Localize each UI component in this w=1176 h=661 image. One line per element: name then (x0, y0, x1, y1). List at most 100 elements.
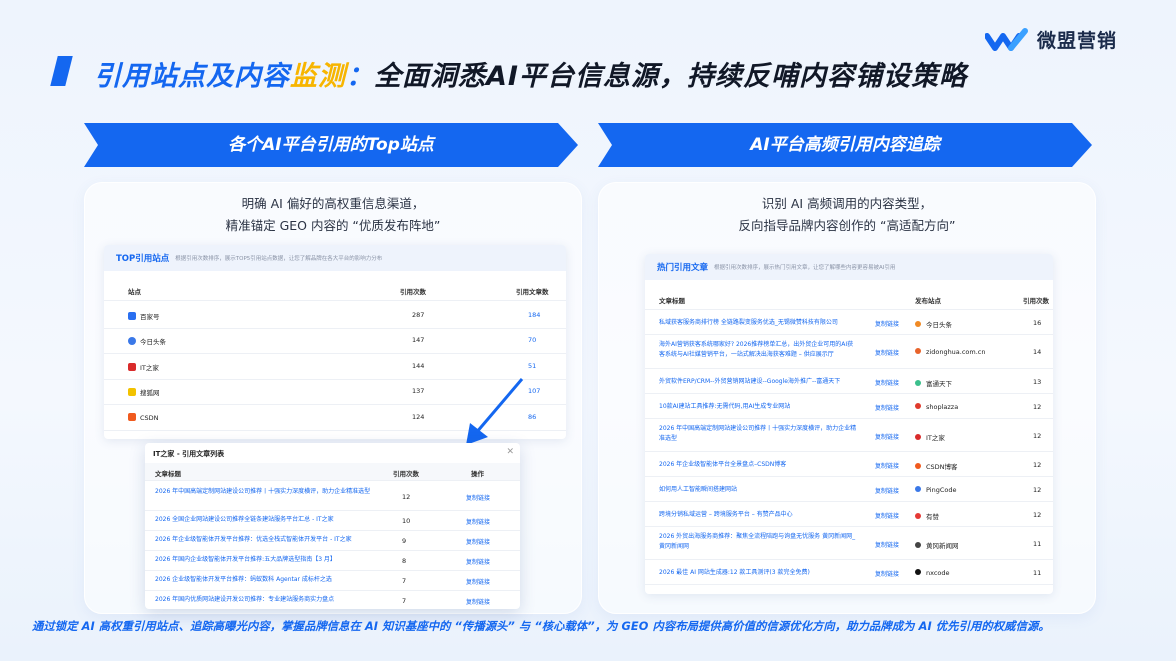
popup-col-count: 引用次数 (393, 470, 419, 478)
hot-articles-card-subtitle: 根据引用次数排序，展示热门引用文章，让您了解哪些内容更容易被AI引用 (714, 265, 896, 271)
table-row: 2026 年企业级智能体开发平台推荐：优选全栈式智能体开发平台 - IT之家 9 复… (145, 531, 520, 551)
copy-link-button[interactable]: 复制链接 (875, 378, 899, 387)
publish-site: zidonghua.com.cn (915, 348, 986, 356)
copy-link-button[interactable]: 复制链接 (466, 493, 490, 502)
copy-link-button[interactable]: 复制链接 (875, 348, 899, 357)
brand-logo-icon (985, 27, 1028, 51)
col-articles: 引用文章数 (516, 288, 549, 296)
site-name: 黄冈新闻网 (926, 541, 959, 550)
article-title-link[interactable]: 2026 全国企业网站建设公司推荐全链条建站服务平台汇总 - IT之家 (155, 515, 375, 524)
publish-site: 有赞 (915, 511, 939, 521)
article-title-link[interactable]: 2026 最佳 AI 网站生成器:12 款工具测评(3 款完全免费) (659, 568, 859, 578)
article-count-link[interactable]: 184 (528, 311, 540, 319)
sohu-icon (128, 388, 136, 397)
close-icon[interactable]: ✕ (506, 447, 514, 457)
cite-count: 13 (1033, 377, 1042, 386)
cite-count: 11 (1033, 539, 1042, 548)
article-count-link[interactable]: 86 (528, 413, 536, 421)
site-name: IT之家 (140, 363, 159, 372)
site-name: CSDN博客 (926, 462, 958, 471)
copy-link-button[interactable]: 复制链接 (875, 403, 899, 412)
title-part-2: 监测 (290, 61, 346, 92)
it-icon (128, 362, 136, 371)
right-banner: AI平台高频引用内容追踪 (598, 123, 1092, 167)
article-title-link[interactable]: 2026 年中国高端定制网站建设公司推荐丨十强实力深度横评，助力企业精准选型 (155, 487, 375, 496)
table-row: 如何用人工智能瞬间搭建网站 复制链接 PingCode 12 (645, 477, 1053, 502)
publish-site: CSDN博客 (915, 461, 958, 471)
table-row[interactable]: 今日头条 147 70 (104, 329, 566, 354)
site-name: 今日头条 (140, 338, 166, 347)
article-title-link[interactable]: 2026 外贸出海服务商推荐：聚焦全流程陪跑与询盘无忧服务 黄冈新闻网_黄冈新闻… (659, 532, 859, 552)
cite-count: 137 (412, 387, 425, 396)
table-row[interactable]: 百家号 287 184 (104, 303, 566, 329)
copy-link-button[interactable]: 复制链接 (875, 319, 899, 328)
article-count-link[interactable]: 107 (528, 387, 540, 395)
site-cell: 搜狐网 (128, 387, 160, 397)
article-title-link[interactable]: 如何用人工智能瞬间搭建网站 (659, 485, 859, 495)
col-article-title: 文章标题 (659, 297, 685, 305)
publish-site: 富通天下 (915, 378, 952, 388)
article-title-link[interactable]: 2026 年中国高端定制网站建设公司推荐丨十强实力深度横评，助力企业精准选型 (659, 424, 859, 444)
site-icon (915, 348, 921, 354)
top-sites-card-title: TOP引用站点 (116, 254, 170, 264)
article-title-link[interactable]: 2026 年国内优质网站建设开发公司推荐：专业建站服务商实力盘点 (155, 595, 375, 604)
article-count-link[interactable]: 70 (528, 336, 536, 344)
publish-site: 今日头条 (915, 319, 952, 329)
copy-link-button[interactable]: 复制链接 (466, 597, 490, 606)
copy-link-button[interactable]: 复制链接 (875, 569, 899, 578)
site-name: IT之家 (926, 433, 945, 442)
article-title-link[interactable]: 10款AI建站工具推荐:无需代码,用AI生成专业网站 (659, 402, 859, 412)
article-title-link[interactable]: 2026 企业级智能体开发平台推荐：蚂蚁数科 Agentar 成标杆之选 (155, 575, 375, 584)
copy-link-button[interactable]: 复制链接 (466, 577, 490, 586)
right-desc-line-1: 识别 AI 高频调用的内容类型， (761, 196, 933, 211)
table-row: 2026 年中国高端定制网站建设公司推荐丨十强实力深度横评，助力企业精准选型 12… (145, 483, 520, 511)
article-title-link[interactable]: 外贸软件ERP/CRM--外贸营销网站建设--Google海外推广--富通天下 (659, 377, 859, 387)
hot-articles-card-header: 热门引用文章 根据引用次数排序，展示热门引用文章，让您了解哪些内容更容易被AI引… (645, 254, 1053, 280)
left-desc-line-1: 明确 AI 偏好的高权重信息渠道， (241, 196, 425, 211)
article-title-link[interactable]: 2026 年国内企业级智能体开发平台推荐:五大品牌选型指南【3 月】 (155, 555, 375, 564)
hot-articles-header-row: 文章标题 发布站点 引用次数 (645, 288, 1053, 310)
article-title-link[interactable]: 2026 年企业级智能体平台全景盘点–CSDN博客 (659, 460, 859, 470)
article-count-link[interactable]: 51 (528, 362, 536, 370)
cite-count: 12 (1033, 460, 1042, 469)
article-title-link[interactable]: 海外AI营销获客系统哪家好? 2026推荐榜单汇总，出外贸企业可用的AI获客系统… (659, 340, 859, 360)
cite-count: 7 (402, 577, 407, 585)
copy-link-button[interactable]: 复制链接 (875, 432, 899, 441)
copy-link-button[interactable]: 复制链接 (875, 540, 899, 549)
top-sites-card-subtitle: 根据引用次数排序，展示TOP5引用站点数据，让您了解品牌在各大平台的影响力分布 (175, 256, 383, 262)
site-icon (915, 541, 921, 548)
site-icon (915, 379, 921, 386)
cite-count: 144 (412, 361, 425, 370)
article-title-link[interactable]: 2026 年企业级智能体开发平台推荐：优选全栈式智能体开发平台 - IT之家 (155, 535, 375, 544)
site-icon (915, 485, 921, 492)
cite-count: 14 (1033, 348, 1042, 356)
copy-link-button[interactable]: 复制链接 (875, 511, 899, 520)
site-name: PingCode (926, 485, 957, 494)
copy-link-button[interactable]: 复制链接 (466, 537, 490, 546)
pointer-arrow-icon (466, 378, 524, 445)
table-row: 2026 全国企业网站建设公司推荐全链条建站服务平台汇总 - IT之家 10 复制链… (145, 511, 520, 531)
cite-count: 10 (402, 517, 411, 525)
brand-name: 微盟营销 (1037, 30, 1118, 52)
cite-count: 12 (1033, 431, 1042, 440)
copy-link-button[interactable]: 复制链接 (875, 461, 899, 470)
csdn-icon (128, 412, 136, 421)
site-name: 今日头条 (926, 320, 952, 329)
article-title-link[interactable]: 私域获客服务商排行榜 全链路裂变服务优选_无锡微赞科技有限公司 (659, 318, 859, 328)
cite-count: 12 (1033, 485, 1042, 494)
copy-link-button[interactable]: 复制链接 (875, 486, 899, 495)
cite-count: 16 (1033, 318, 1042, 327)
col-publish-site: 发布站点 (915, 297, 941, 305)
site-icon (915, 568, 921, 575)
table-row: 2026 企业级智能体开发平台推荐：蚂蚁数科 Agentar 成标杆之选 7 复制链… (145, 571, 520, 591)
popup-col-op: 操作 (471, 470, 484, 478)
cite-count: 287 (412, 310, 425, 319)
site-cell: 百家号 (128, 311, 160, 321)
dot-icon (128, 337, 136, 346)
table-row: 2026 年国内优质网站建设开发公司推荐：专业建站服务商实力盘点 7 复制链接 (145, 591, 520, 609)
cite-count: 124 (412, 412, 425, 421)
site-name: 搜狐网 (140, 389, 160, 398)
article-title-link[interactable]: 跨境分销私域运营 – 跨境服务平台 – 有赞产品中心 (659, 510, 859, 520)
copy-link-button[interactable]: 复制链接 (466, 517, 490, 526)
copy-link-button[interactable]: 复制链接 (466, 557, 490, 566)
